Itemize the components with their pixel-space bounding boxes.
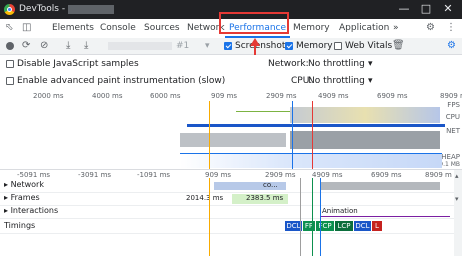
capture-settings-icon[interactable]: ⚙	[447, 40, 456, 52]
overview-tick: 6000 ms	[150, 92, 181, 100]
frames-row[interactable]: ▸ Frames 2014.3 ms 2383.5 ms	[0, 193, 462, 206]
network-request-bar-2[interactable]	[320, 182, 440, 190]
advanced-paint-checkbox[interactable]	[6, 77, 14, 85]
load-marker-chip[interactable]: L	[372, 221, 382, 231]
device-toolbar-icon[interactable]: ◫	[22, 22, 31, 34]
network-row[interactable]: ▸ Network co...	[0, 180, 462, 193]
timings-row[interactable]: Timings DCL FP FCP LCP DCL L	[0, 219, 462, 234]
timeline-marker-fp	[300, 178, 301, 256]
timeline-tick: -5091 ms	[17, 171, 51, 179]
heap-graph	[180, 153, 442, 168]
network-row-label: ▸ Network	[4, 180, 44, 189]
timeline-marker-load	[320, 178, 321, 256]
redacted-page	[108, 42, 172, 50]
more-options-icon[interactable]: ⋮	[446, 22, 456, 34]
interactions-row-label: ▸ Interactions	[4, 206, 59, 215]
selection-start-marker[interactable]	[209, 101, 210, 169]
timeline-marker-fcp	[312, 178, 313, 256]
reload-record-icon[interactable]: ⟳	[22, 40, 30, 52]
timeline-tick: -3091 ms	[78, 171, 112, 179]
network-request-label: co...	[263, 181, 278, 189]
memory-checkbox[interactable]	[285, 42, 293, 50]
frames-row-label: ▸ Frames	[4, 193, 40, 202]
overview-tick: 909 ms	[211, 92, 238, 100]
page-select[interactable]: #1	[176, 41, 189, 51]
disable-js-label: Disable JavaScript samples	[17, 59, 139, 69]
save-profile-icon[interactable]: ⤓	[84, 40, 88, 52]
cpu-throttle-select[interactable]: No throttling	[308, 76, 365, 86]
net-track-label: NET	[446, 127, 460, 135]
settings-gear-icon[interactable]: ⚙	[426, 22, 435, 34]
timeline-tick: -1091 ms	[137, 171, 171, 179]
screenshots-checkbox[interactable]	[224, 42, 232, 50]
overview-tick: 2000 ms	[33, 92, 64, 100]
maximize-icon[interactable]: □	[418, 2, 434, 16]
timeline-tick: 6909 ms	[371, 171, 402, 179]
capture-settings-pane: Disable JavaScript samples Network: No t…	[0, 55, 462, 92]
scroll-up-icon[interactable]: ▴	[455, 172, 459, 180]
timeline-scrollbar[interactable]: ▴ ▾	[454, 170, 462, 256]
timeline-detail[interactable]: -5091 ms -3091 ms -1091 ms 909 ms 2909 m…	[0, 169, 462, 256]
interactions-row-text: Interactions	[10, 206, 59, 215]
tab-elements[interactable]: Elements	[52, 19, 94, 38]
frame-duration-2: 2383.5 ms	[246, 194, 284, 202]
page-select-chevron-icon[interactable]: ▾	[205, 41, 210, 51]
load-marker	[292, 101, 293, 169]
redacted-url	[68, 5, 114, 14]
overview-tick: 6909 ms	[377, 92, 408, 100]
heap-track-label: HEAP	[441, 153, 460, 161]
tab-console[interactable]: Console	[100, 19, 136, 38]
memory-label: Memory	[296, 41, 333, 51]
more-tabs-chevron[interactable]: »	[393, 19, 399, 38]
load-profile-icon[interactable]: ⤓	[66, 40, 70, 52]
scroll-down-icon[interactable]: ▾	[455, 195, 459, 203]
fp-marker[interactable]: FP	[303, 221, 315, 231]
timeline-overview[interactable]: 2000 ms 4000 ms 6000 ms 909 ms 2909 ms 4…	[0, 91, 462, 169]
cpu-track-label: CPU	[445, 113, 460, 121]
screenshots-strip-left	[180, 133, 286, 147]
animation-label: Animation	[322, 207, 358, 215]
fcp-marker[interactable]: FCP	[316, 221, 334, 231]
window-title: DevTools -	[19, 4, 66, 14]
tab-sources[interactable]: Sources	[144, 19, 180, 38]
network-row-text: Network	[10, 180, 44, 189]
trash-icon[interactable]: 🗑	[392, 40, 405, 52]
animation-line	[320, 216, 450, 217]
timeline-tick: 8909 m	[425, 171, 452, 179]
timeline-tick: 2909 ms	[265, 171, 296, 179]
performance-tab-highlight	[219, 12, 289, 34]
minimize-icon[interactable]: —	[396, 2, 412, 16]
webvitals-label: Web Vitals	[345, 41, 393, 51]
tab-memory[interactable]: Memory	[293, 19, 330, 38]
overview-tick: 8909 r	[440, 92, 462, 100]
close-icon[interactable]: ✕	[440, 2, 456, 16]
frame-duration-1: 2014.3 ms	[186, 194, 224, 202]
overview-tick: 4000 ms	[92, 92, 123, 100]
performance-toolbar: ⟳ ⊘ ⤓ ⤓ #1 ▾ Screenshots Memory Web Vita…	[0, 38, 462, 55]
clear-icon[interactable]: ⊘	[40, 40, 48, 52]
record-button[interactable]	[6, 42, 14, 50]
dcl-marker-2[interactable]: DCL	[354, 221, 371, 231]
frames-row-text: Frames	[10, 193, 40, 202]
network-chevron-icon[interactable]: ▾	[368, 59, 373, 69]
net-bar	[187, 124, 445, 127]
chrome-logo-icon	[4, 4, 15, 15]
overview-tick: 4909 ms	[318, 92, 349, 100]
fps-track-label: FPS	[447, 101, 460, 109]
overview-tick: 2909 ms	[266, 92, 297, 100]
load-event-marker	[312, 101, 313, 169]
inspect-element-icon[interactable]: ⬁	[5, 22, 13, 34]
timeline-selection-start	[209, 178, 210, 256]
disable-js-checkbox[interactable]	[6, 60, 14, 68]
interactions-row[interactable]: ▸ Interactions Animation	[0, 206, 462, 219]
advanced-paint-label: Enable advanced paint instrumentation (s…	[17, 76, 226, 86]
lcp-marker[interactable]: LCP	[335, 221, 353, 231]
timeline-tick: 4909 ms	[312, 171, 343, 179]
network-throttle-select[interactable]: No throttling	[308, 59, 365, 69]
webvitals-checkbox[interactable]	[334, 42, 342, 50]
tab-application[interactable]: Application	[339, 19, 389, 38]
cpu-chevron-icon[interactable]: ▾	[368, 76, 373, 86]
network-throttle-label: Network:	[268, 59, 309, 69]
timings-row-label: Timings	[4, 221, 36, 230]
